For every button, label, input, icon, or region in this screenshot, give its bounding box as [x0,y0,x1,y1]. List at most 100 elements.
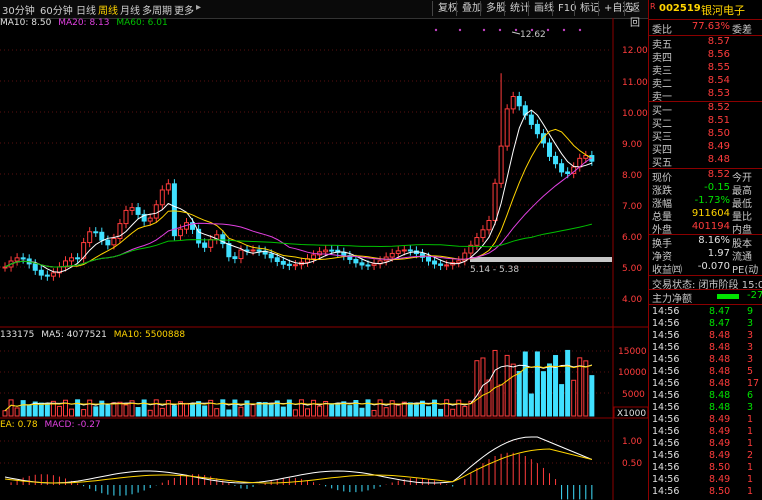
volume-bar [238,406,244,417]
signal-dot [562,28,566,32]
high-price-label: 12.62 [520,30,546,40]
volume-bar [214,408,220,417]
candle-body [432,260,438,265]
volume-bar [456,399,462,417]
volume-bar [311,399,317,417]
volume-bar [165,399,171,417]
candle-body [486,220,492,231]
ma20-line [4,157,593,268]
candle-body [159,189,165,206]
volume-bar [147,409,153,417]
volume-bar [141,399,147,417]
bid-row: 买四 8.49 [652,141,730,156]
stock-code: 002519 [659,3,701,14]
candle-body [565,171,571,175]
candle-body [87,231,93,244]
tab-multi-period[interactable]: 多周期 [142,2,172,17]
candle-body [256,249,262,252]
macd-tick: 1.00 [622,437,642,447]
candle-body [559,163,565,173]
tick-row: 14:56 8.48 3 [652,330,754,341]
volume-bar [81,409,87,417]
trading-status: 交易状态: 闭市阶段 15:0 [652,280,762,291]
candle-body [129,207,135,211]
price-tick: 11.00 [622,78,648,88]
volume-bar [528,393,534,417]
candle-body [407,249,413,252]
volume-bar [407,402,413,417]
signal-dot [458,28,462,32]
volume-bar [359,407,365,417]
volume-bar [8,399,14,417]
volume-bar [547,363,552,417]
volume-bar [26,404,32,417]
price-tick: 6.00 [622,233,642,243]
volume-bar [69,408,75,417]
candle-body [274,257,280,262]
volume-bar [87,399,93,417]
ask-row: 卖四 8.56 [652,49,730,64]
weibi-value: 77.63% [691,21,730,32]
net-flow-row: 主力净额 -27 [652,290,762,305]
volume-bar [504,354,510,417]
volume-bar [395,404,401,417]
volume-bar [105,403,111,417]
rights-badge: R [650,2,656,11]
bid-row: 买一 8.52 [652,102,730,117]
macd-value-legend: MACD: -0.27 [44,420,101,430]
tab-60min[interactable]: 60分钟 [40,2,73,17]
tab-monthly[interactable]: 月线 [120,2,140,17]
candle-body [365,264,371,267]
tab-more[interactable]: 更多 [174,2,194,17]
tab-weekly[interactable]: 周线 [98,2,118,17]
volume-bar [184,402,189,417]
quote-row: 涨幅 -1.73% 最低 [652,195,752,210]
candle-body [14,257,20,262]
tab-daily[interactable]: 日线 [76,2,96,17]
volume-bar [522,351,528,417]
stock-name: 银河电子 [701,4,745,17]
candle-body [123,209,129,225]
volume-bar [153,399,159,417]
volume-bar [38,402,44,417]
signal-dot [546,28,550,32]
volume-ma10-line [4,364,593,412]
volume-ma5-legend: MA5: 4077521 [41,330,107,340]
volume-bar [14,407,20,417]
tick-row: 14:56 8.49 1 [652,426,754,437]
volume-bar [492,349,498,417]
volume-bar [190,403,196,417]
volume-bar [583,360,589,417]
volume-bar [553,355,559,417]
candle-body [238,249,244,260]
candle-body [426,256,431,262]
volume-bar [426,406,431,417]
stock-header: R 002519 银河电子 [649,2,762,18]
volume-tick: 15000 [618,347,647,357]
volume-bar [462,406,468,417]
candle-body [353,258,359,264]
candle-body [329,249,335,252]
tick-row: 14:56 8.48 3 [652,342,754,353]
more-arrow-icon[interactable]: ▸ [196,2,201,13]
volume-bar [292,409,298,417]
ask-row: 卖三 8.55 [652,62,730,77]
volume-bar [377,399,383,417]
quote-row: 现价 8.52 今开 [652,169,752,184]
candle-body [547,142,552,157]
candle-body [371,263,377,266]
back-button[interactable]: 返回 [624,1,648,29]
tick-row: 14:56 8.47 3 [652,318,754,329]
volume-bar [298,399,304,417]
signal-dot [434,28,438,32]
volume-unit-label: X1000 [617,409,646,419]
volume-bar [44,403,50,417]
candle-body [311,254,317,260]
tick-row: 14:56 8.47 9 [652,306,754,317]
tab-30min[interactable]: 30分钟 [2,2,35,17]
price-tick: 7.00 [622,202,642,212]
quote-row: 涨跌 -0.15 最高 [652,182,752,197]
tick-row: 14:56 8.49 2 [652,450,754,461]
candle-body [32,263,38,271]
volume-bar [540,371,546,417]
